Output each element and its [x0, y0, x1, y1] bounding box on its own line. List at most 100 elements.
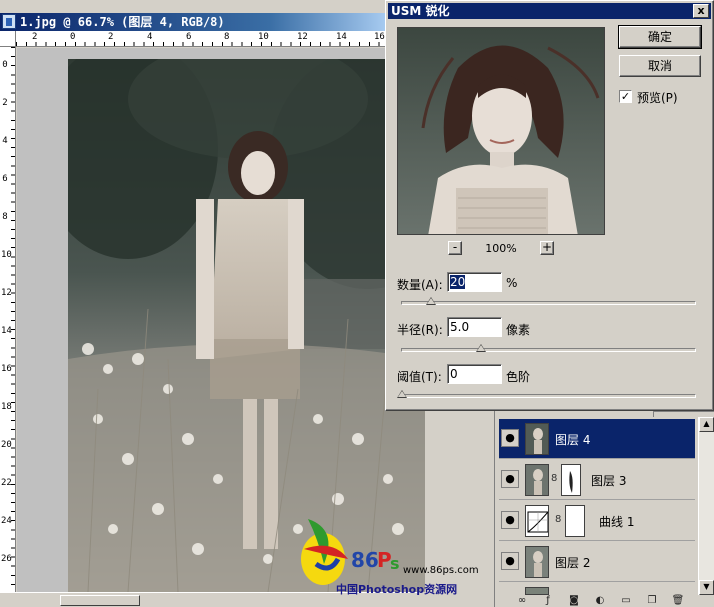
amount-unit: % — [506, 276, 518, 290]
layer-mask-thumbnail[interactable] — [565, 505, 585, 537]
ok-button[interactable]: 确定 — [618, 25, 702, 49]
threshold-unit: 色阶 — [506, 370, 531, 384]
radius-label: 半径(R): — [397, 323, 443, 337]
radius-slider-thumb[interactable] — [476, 344, 486, 352]
eye-icon[interactable]: ● — [501, 429, 519, 447]
layers-panel: ● 图层 4 ● 8 图层 3 ● 8 曲线 1 ● 图层 2 ▲ ▼ ∞ ƒ … — [494, 411, 714, 607]
mask-icon[interactable]: ◙ — [567, 595, 581, 607]
fx-icon[interactable]: ƒ — [541, 595, 555, 607]
link-icon[interactable]: ∞ — [515, 595, 529, 607]
photoshop-document-icon — [2, 14, 16, 29]
zoom-out-button[interactable]: - — [448, 241, 462, 255]
ruler-label: 2 — [2, 98, 8, 108]
radius-unit: 像素 — [506, 323, 531, 337]
layer-thumbnail — [525, 464, 549, 496]
preview-image — [398, 28, 604, 234]
ruler-label: 8 — [224, 32, 230, 42]
horizontal-ruler[interactable]: 2 0 2 4 6 8 10 12 14 16 — [16, 31, 385, 47]
ruler-label: 20 — [1, 440, 12, 450]
ruler-label: 6 — [2, 174, 8, 184]
ruler-label: 10 — [1, 250, 12, 260]
layer-thumbnail — [525, 546, 549, 578]
threshold-input[interactable]: 0 — [447, 364, 502, 384]
vertical-ruler[interactable]: 0 2 4 6 8 10 12 14 16 18 20 22 24 26 — [0, 47, 16, 592]
layer-name[interactable]: 图层 3 — [591, 472, 626, 489]
layer-row-2[interactable]: ● 图层 2 — [499, 542, 695, 582]
scroll-up-icon[interactable]: ▲ — [699, 417, 714, 432]
adjustment-icon[interactable]: ◐ — [593, 595, 607, 607]
svg-text:s: s — [390, 554, 400, 573]
layer-row-partial[interactable] — [499, 583, 695, 595]
ruler-label: 18 — [1, 402, 12, 412]
amount-slider-thumb[interactable] — [426, 297, 436, 305]
layer-mask-thumbnail[interactable] — [561, 464, 581, 496]
dialog-titlebar[interactable]: USM 锐化 x — [388, 3, 711, 19]
eye-icon[interactable]: ● — [501, 552, 519, 570]
threshold-label: 阈值(T): — [397, 370, 442, 384]
watermark-caption: 中国Photoshop资源网 — [336, 583, 458, 596]
chain-icon[interactable]: 8 — [555, 513, 561, 527]
ruler-label: 4 — [2, 136, 8, 146]
unsharp-mask-dialog: USM 锐化 x 确定 取消 ✓ 预览(P) - 100% + 数量(A): 2… — [385, 0, 714, 411]
preview-checkbox[interactable]: ✓ — [619, 90, 632, 103]
document-title: 1.jpg @ 66.7% (图层 4, RGB/8) — [20, 15, 225, 29]
threshold-slider-thumb[interactable] — [397, 390, 407, 398]
ruler-label: 10 — [258, 32, 269, 42]
canvas-area[interactable]: 86 P s — [17, 48, 425, 592]
amount-input[interactable]: 20 — [447, 272, 502, 292]
amount-slider[interactable] — [401, 297, 696, 305]
folder-icon[interactable]: ▭ — [619, 595, 633, 607]
cancel-button[interactable]: 取消 — [619, 55, 701, 77]
zoom-in-button[interactable]: + — [540, 241, 554, 255]
ruler-label: 8 — [2, 212, 8, 222]
chain-icon[interactable]: 8 — [551, 472, 557, 486]
svg-text:86: 86 — [351, 548, 379, 572]
photo-canvas[interactable]: 86 P s — [68, 59, 425, 592]
layer-thumbnail — [525, 587, 549, 595]
scrollbar-thumb[interactable] — [60, 595, 140, 606]
preview-label: 预览(P) — [637, 91, 678, 105]
layer-thumbnail — [525, 423, 549, 455]
ruler-label: 26 — [1, 554, 12, 564]
layer-name[interactable]: 曲线 1 — [599, 513, 634, 530]
zoom-level: 100% — [485, 242, 517, 255]
layer-row-3[interactable]: ● 8 图层 3 — [499, 460, 695, 500]
watermark-site: www.86ps.com — [403, 565, 479, 576]
threshold-slider[interactable] — [397, 390, 696, 398]
ruler-label: 2 — [108, 32, 114, 42]
document-titlebar[interactable]: 1.jpg @ 66.7% (图层 4, RGB/8) — [0, 13, 385, 31]
eye-icon[interactable]: ● — [501, 511, 519, 529]
ruler-label: 22 — [1, 478, 12, 488]
layer-name[interactable]: 图层 2 — [555, 554, 590, 571]
layers-toolbar: ∞ ƒ ◙ ◐ ▭ ❐ 🗑 — [495, 595, 714, 607]
ruler-label: 4 — [147, 32, 153, 42]
dialog-title: USM 锐化 — [391, 4, 450, 18]
ruler-label: 16 — [374, 32, 385, 42]
amount-value: 20 — [450, 275, 466, 289]
radius-slider[interactable] — [401, 344, 696, 352]
ruler-label: 24 — [1, 516, 12, 526]
ruler-label: 12 — [1, 288, 12, 298]
layer-row-4[interactable]: ● 图层 4 — [499, 419, 695, 459]
radius-input[interactable]: 5.0 — [447, 317, 502, 337]
scroll-down-icon[interactable]: ▼ — [699, 580, 714, 595]
eye-icon[interactable]: ● — [501, 470, 519, 488]
ruler-label: 2 — [32, 32, 38, 42]
document-window: 1.jpg @ 66.7% (图层 4, RGB/8) 2 0 2 4 6 8 … — [0, 0, 425, 607]
new-layer-icon[interactable]: ❐ — [645, 595, 659, 607]
layer-row-curves[interactable]: ● 8 曲线 1 — [499, 501, 695, 541]
trash-icon[interactable]: 🗑 — [671, 595, 685, 607]
ruler-origin[interactable] — [0, 31, 16, 47]
ruler-ticks — [16, 42, 385, 46]
amount-label: 数量(A): — [397, 278, 443, 292]
ruler-label: 0 — [2, 60, 8, 70]
preview-window[interactable] — [397, 27, 605, 235]
ruler-label: 14 — [1, 326, 12, 336]
ruler-label: 6 — [186, 32, 192, 42]
layer-name[interactable]: 图层 4 — [555, 431, 590, 448]
layers-scrollbar[interactable]: ▲ ▼ — [698, 417, 714, 595]
close-icon[interactable]: x — [693, 4, 709, 18]
ruler-ticks — [11, 47, 15, 592]
ruler-label: 12 — [297, 32, 308, 42]
curves-adjustment-icon — [525, 505, 549, 537]
